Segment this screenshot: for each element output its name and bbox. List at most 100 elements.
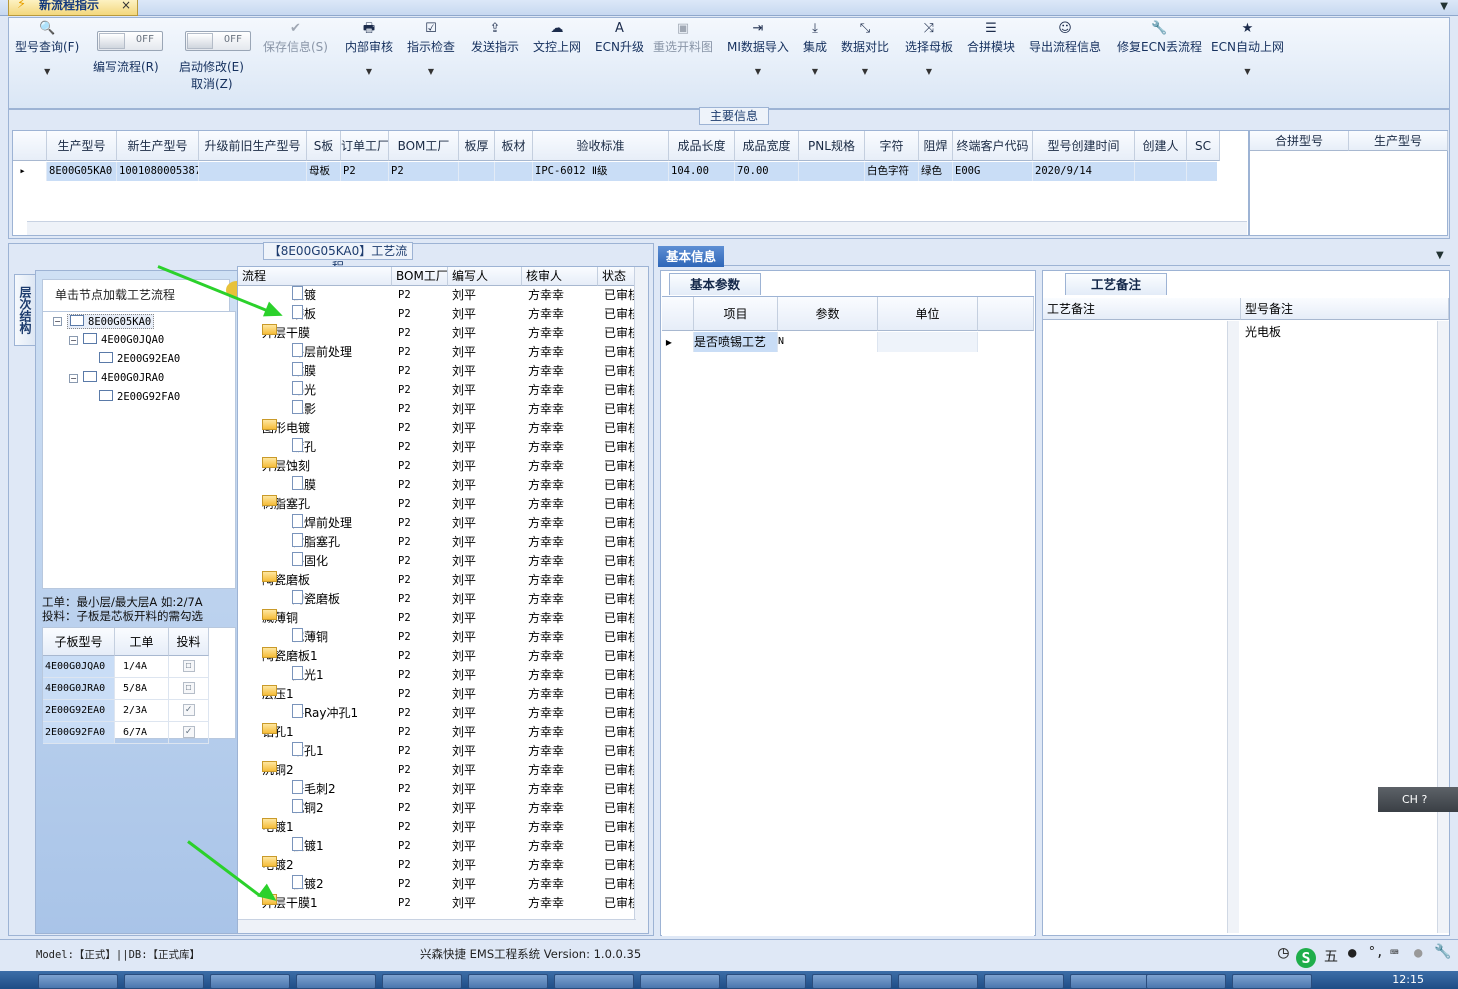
grid-cell[interactable]: 白色字符 bbox=[865, 162, 919, 181]
flow-node[interactable]: −钻孔1 bbox=[238, 723, 392, 742]
flow-row[interactable]: −外层干膜1P2刘平方幸幸已审核 bbox=[238, 894, 636, 913]
collapse-icon[interactable]: − bbox=[69, 374, 78, 383]
grid-cell[interactable] bbox=[459, 162, 495, 181]
grid-cell[interactable] bbox=[799, 162, 865, 181]
flow-node[interactable]: 去毛刺2 bbox=[238, 780, 392, 799]
grid-cell[interactable]: 母板 bbox=[307, 162, 341, 181]
flow-node[interactable]: −图形电镀 bbox=[238, 419, 392, 438]
column-header[interactable]: 字符 bbox=[865, 131, 919, 161]
reviewer-header[interactable]: 核审人 bbox=[522, 267, 598, 286]
prod-model-header[interactable]: 生产型号 bbox=[1349, 131, 1448, 151]
param-unit-cell[interactable] bbox=[878, 332, 978, 352]
flow-row[interactable]: 板镀1 P2 刘平 方幸幸 已审核 bbox=[238, 837, 636, 856]
taskbar-app[interactable] bbox=[812, 974, 892, 989]
flow-row[interactable]: −电镀2 P2 刘平 方幸幸 已审核 bbox=[238, 856, 636, 875]
status-header[interactable]: 状态 bbox=[598, 267, 636, 286]
taskbar-app[interactable] bbox=[296, 974, 376, 989]
column-header[interactable]: 订单工厂 bbox=[341, 131, 389, 161]
taskbar-app[interactable] bbox=[984, 974, 1064, 989]
chevron-down-icon[interactable]: ▼ bbox=[727, 67, 789, 76]
flow-node[interactable]: 板镀1 bbox=[238, 837, 392, 856]
grid-cell[interactable]: P2 bbox=[341, 162, 389, 181]
flow-node[interactable]: −外层干膜 bbox=[238, 324, 392, 343]
grid-cell[interactable]: 2020/9/14 bbox=[1033, 162, 1135, 181]
feed-header[interactable]: 投料 bbox=[169, 628, 209, 656]
flow-node[interactable]: −电镀1 bbox=[238, 818, 392, 837]
send-instruction-button[interactable]: ⇪ 发送指示 bbox=[471, 20, 519, 55]
reselect-cut-button[interactable]: ▣ 重选开料图 bbox=[653, 20, 713, 55]
grid-cell[interactable]: 10010800053878 bbox=[117, 162, 199, 181]
flow-row[interactable]: 阻焊前处理 P2 刘平 方幸幸 已审核 bbox=[238, 514, 636, 533]
flow-row[interactable]: −钻孔1 P2 刘平 方幸幸 已审核 bbox=[238, 723, 636, 742]
taskbar-app[interactable] bbox=[382, 974, 462, 989]
chevron-down-icon[interactable]: ▼ bbox=[1440, 1, 1448, 12]
flow-node[interactable]: 陶瓷磨板 bbox=[238, 590, 392, 609]
param-item-cell[interactable]: 是否喷锡工艺 bbox=[694, 332, 778, 352]
ecn-auto-upload-button[interactable]: ★ ECN自动上网 ▼ bbox=[1211, 20, 1284, 76]
flow-row[interactable]: −层压1 P2 刘平 方幸幸 已审核 bbox=[238, 685, 636, 704]
punct-dot-icon[interactable]: ● bbox=[1348, 945, 1356, 961]
chevron-down-icon[interactable]: ▼ bbox=[407, 67, 455, 76]
order-cell[interactable]: 6/7A bbox=[115, 722, 169, 744]
feed-checkbox[interactable]: ☐ bbox=[182, 682, 195, 694]
sub-model-header[interactable]: 子板型号 bbox=[43, 628, 115, 656]
flow-node[interactable]: 板镀 bbox=[238, 286, 392, 305]
chevron-down-icon[interactable]: ▼ bbox=[15, 67, 79, 76]
tab-basic-params[interactable]: 基本参数 bbox=[669, 273, 761, 295]
ime-toolbar[interactable]: CH ? bbox=[1378, 787, 1458, 812]
column-header[interactable]: 板材 bbox=[495, 131, 533, 161]
punct-icon[interactable]: °, bbox=[1368, 945, 1384, 960]
flow-row[interactable]: 陶瓷磨板 P2 刘平 方幸幸 已审核 bbox=[238, 590, 636, 609]
flow-node[interactable]: −陶瓷磨板 bbox=[238, 571, 392, 590]
mi-import-button[interactable]: ⇥ MI数据导入 ▼ bbox=[727, 20, 789, 76]
flow-row[interactable]: 磨板P2刘平方幸幸已审核 bbox=[238, 305, 636, 324]
feed-checkbox[interactable]: ✓ bbox=[182, 726, 195, 738]
feed-checkbox[interactable]: ✓ bbox=[182, 704, 195, 716]
ecn-upgrade-button[interactable]: A ECN升级 bbox=[595, 20, 644, 55]
help-icon[interactable]: ? bbox=[1421, 793, 1427, 806]
flow-row[interactable]: −减薄铜 P2 刘平 方幸幸 已审核 bbox=[238, 609, 636, 628]
chevron-down-icon[interactable]: ▼ bbox=[1436, 250, 1444, 261]
taskbar-app[interactable] bbox=[124, 974, 204, 989]
save-info-button[interactable]: ✔ 保存信息(S) bbox=[263, 20, 328, 55]
tree-node[interactable]: 4E00G0JQA0 bbox=[83, 333, 164, 346]
flow-row[interactable]: −电镀1 P2 刘平 方幸幸 已审核 bbox=[238, 818, 636, 837]
grid-cell[interactable]: 8E00G05KA0 bbox=[47, 162, 117, 181]
item-header[interactable]: 项目 bbox=[694, 297, 778, 331]
order-cell[interactable]: 1/4A bbox=[115, 656, 169, 678]
unit-header[interactable]: 单位 bbox=[878, 297, 978, 331]
grid-cell[interactable]: E00G bbox=[953, 162, 1033, 181]
flow-row[interactable]: −图形电镀 P2 刘平 方幸幸 已审核 bbox=[238, 419, 636, 438]
flow-node[interactable]: 曝光 bbox=[238, 381, 392, 400]
column-header[interactable]: 成品长度 bbox=[669, 131, 735, 161]
horizontal-scrollbar[interactable] bbox=[27, 221, 1247, 235]
flow-row[interactable]: X-Ray冲孔1 P2 刘平 方幸幸 已审核 bbox=[238, 704, 636, 723]
column-header[interactable]: 验收标准 bbox=[533, 131, 669, 161]
flow-node[interactable]: 抛光1 bbox=[238, 666, 392, 685]
taskbar-app[interactable] bbox=[554, 974, 634, 989]
taskbar-app[interactable] bbox=[1232, 974, 1312, 989]
horizontal-scrollbar[interactable] bbox=[238, 919, 636, 933]
side-tab-hierarchy[interactable]: 层次结构 bbox=[14, 274, 36, 346]
column-header[interactable]: 板厚 bbox=[459, 131, 495, 161]
model-query-button[interactable]: 🔍 型号查询(F) ▼ bbox=[15, 20, 79, 76]
flow-node[interactable]: −减薄铜 bbox=[238, 609, 392, 628]
grid-cell[interactable]: P2 bbox=[389, 162, 459, 181]
flow-node[interactable]: 减薄铜 bbox=[238, 628, 392, 647]
flow-node[interactable]: 树脂塞孔 bbox=[238, 533, 392, 552]
cancel-button[interactable]: 取消(Z) bbox=[191, 75, 233, 92]
vertical-scrollbar[interactable] bbox=[634, 267, 648, 933]
column-header[interactable]: 新生产型号 bbox=[117, 131, 199, 161]
grid-cell[interactable] bbox=[199, 162, 307, 181]
grid-cell[interactable] bbox=[1187, 162, 1220, 181]
taskbar-app[interactable] bbox=[1070, 974, 1150, 989]
tree-node[interactable]: 4E00G0JRA0 bbox=[83, 371, 164, 384]
flow-row[interactable]: −陶瓷磨板1 P2 刘平 方幸幸 已审核 bbox=[238, 647, 636, 666]
flow-node[interactable]: −外层蚀刻 bbox=[238, 457, 392, 476]
flow-row[interactable]: −外层蚀刻 P2 刘平 方幸幸 已审核 bbox=[238, 457, 636, 476]
flow-header[interactable]: 流程 bbox=[238, 267, 392, 286]
taskbar-app[interactable] bbox=[726, 974, 806, 989]
chevron-down-icon[interactable]: ▼ bbox=[803, 67, 827, 76]
flow-row[interactable]: 终固化 P2 刘平 方幸幸 已审核 bbox=[238, 552, 636, 571]
column-header[interactable]: BOM工厂 bbox=[389, 131, 459, 161]
